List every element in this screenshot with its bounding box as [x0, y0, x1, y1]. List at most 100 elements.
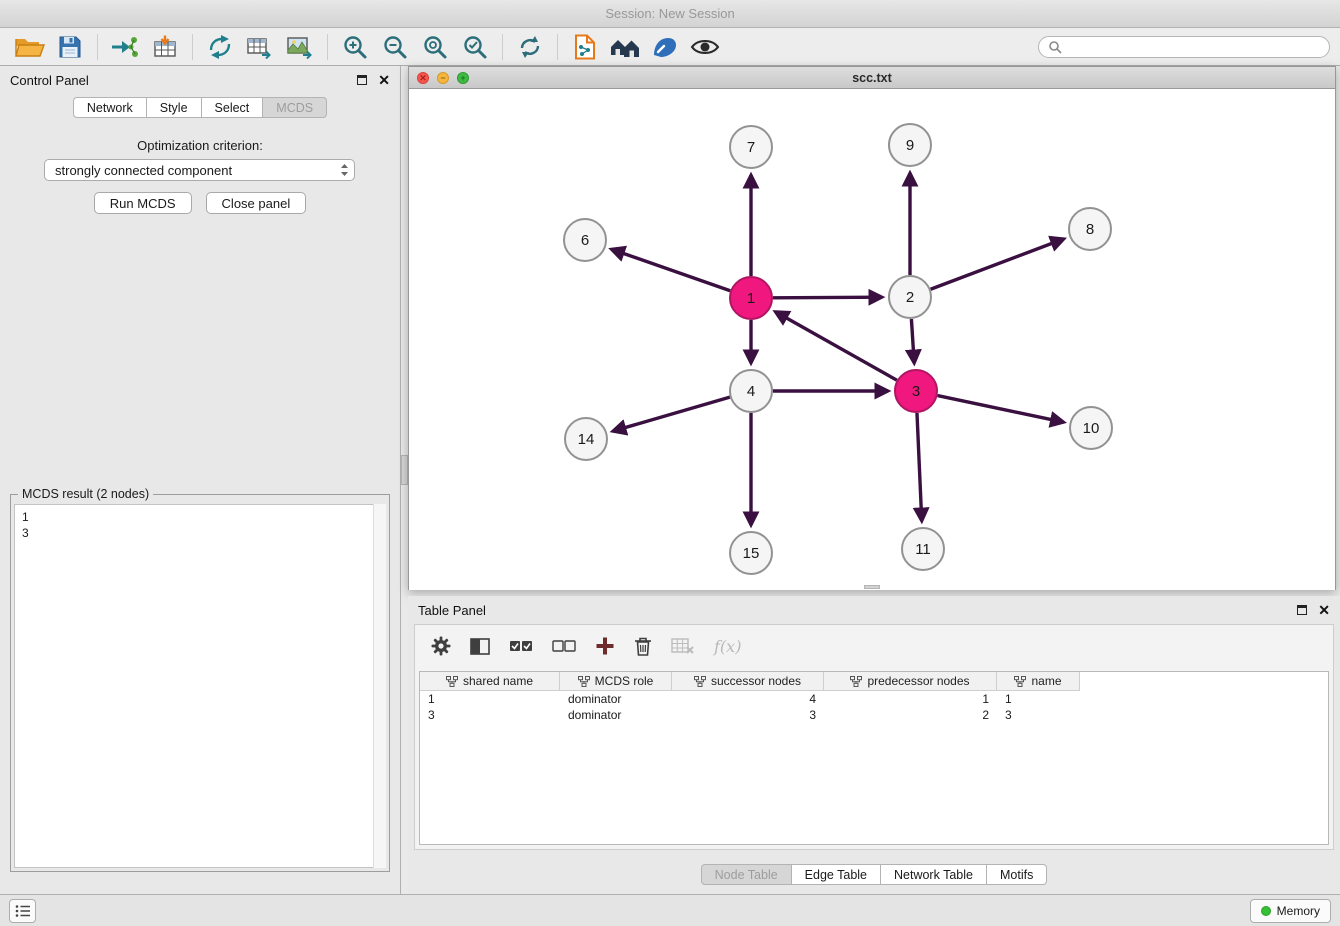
search-area: [1038, 36, 1330, 58]
table-row[interactable]: 1dominator411: [420, 691, 1328, 707]
run-mcds-button[interactable]: Run MCDS: [94, 192, 192, 214]
close-panel-icon[interactable]: ✕: [378, 75, 390, 85]
save-session-button[interactable]: [50, 31, 90, 63]
close-panel-button[interactable]: Close panel: [206, 192, 307, 214]
table-mode-button[interactable]: [9, 899, 36, 923]
minimize-window-button[interactable]: −: [437, 72, 449, 84]
zoom-selected-button[interactable]: [455, 31, 495, 63]
column-header-shared-name[interactable]: shared name: [420, 672, 560, 691]
node-8[interactable]: 8: [1069, 208, 1111, 250]
zoom-fit-icon: [422, 34, 448, 60]
table-panel-tabs: Node TableEdge TableNetwork TableMotifs: [408, 864, 1340, 885]
column-header-predecessor-nodes[interactable]: predecessor nodes: [824, 672, 997, 691]
svg-text:14: 14: [578, 431, 595, 448]
show-columns-button[interactable]: [470, 638, 490, 655]
delete-table-button[interactable]: [671, 637, 695, 655]
node-4[interactable]: 4: [730, 370, 772, 412]
float-table-panel-icon[interactable]: [1297, 605, 1307, 615]
node-14[interactable]: 14: [565, 418, 607, 460]
select-all-button[interactable]: [509, 638, 533, 654]
tab-mcds[interactable]: MCDS: [263, 97, 327, 118]
node-6[interactable]: 6: [564, 219, 606, 261]
export-network-button[interactable]: [200, 31, 240, 63]
import-table-button[interactable]: [145, 31, 185, 63]
maximize-window-button[interactable]: +: [457, 72, 469, 84]
node-15[interactable]: 15: [730, 532, 772, 574]
close-window-button[interactable]: ✕: [417, 72, 429, 84]
open-session-button[interactable]: [10, 31, 50, 63]
column-type-icon: [446, 676, 458, 687]
svg-text:3: 3: [912, 383, 920, 400]
export-image-icon: [286, 35, 314, 59]
zoom-out-button[interactable]: [375, 31, 415, 63]
column-header-name[interactable]: name: [997, 672, 1080, 691]
zoom-in-button[interactable]: [335, 31, 375, 63]
node-11[interactable]: 11: [902, 528, 944, 570]
svg-text:2: 2: [906, 289, 914, 306]
edge-2-8[interactable]: [931, 239, 1064, 289]
table-row[interactable]: 3dominator323: [420, 707, 1328, 723]
table-tab-edge-table[interactable]: Edge Table: [792, 864, 881, 885]
import-network-button[interactable]: [105, 31, 145, 63]
network-canvas[interactable]: 7 9 6 8 1 2 4 3 14 10 15 11: [409, 89, 1335, 590]
table-delete-icon: [671, 637, 695, 655]
search-input[interactable]: [1068, 40, 1320, 54]
node-7[interactable]: 7: [730, 126, 772, 168]
svg-text:10: 10: [1083, 420, 1100, 437]
close-table-panel-icon[interactable]: ✕: [1318, 605, 1330, 615]
node-2[interactable]: 2: [889, 276, 931, 318]
refresh-button[interactable]: [510, 31, 550, 63]
network-window-titlebar: scc.txt ✕ − +: [409, 67, 1335, 89]
window-resize-handle[interactable]: [864, 585, 880, 589]
mcds-result-box: MCDS result (2 nodes) 1 3: [10, 494, 390, 872]
delete-column-button[interactable]: [634, 636, 652, 657]
table-tab-node-table[interactable]: Node Table: [701, 864, 792, 885]
homes-icon: [610, 35, 640, 59]
edge-1-2[interactable]: [773, 297, 882, 298]
toolbar-separator: [502, 34, 503, 60]
node-10[interactable]: 10: [1070, 407, 1112, 449]
table-tab-motifs[interactable]: Motifs: [987, 864, 1047, 885]
network-file-button[interactable]: [565, 31, 605, 63]
result-scrollbar[interactable]: [373, 504, 386, 868]
deselect-all-icon: [552, 638, 576, 654]
table-tab-network-table[interactable]: Network Table: [881, 864, 987, 885]
edge-1-6[interactable]: [611, 249, 730, 291]
edge-2-3[interactable]: [911, 319, 914, 363]
function-builder-button[interactable]: f(x): [714, 637, 741, 656]
edge-3-11[interactable]: [917, 413, 922, 521]
export-image-button[interactable]: [280, 31, 320, 63]
column-header-successor-nodes[interactable]: successor nodes: [672, 672, 824, 691]
criterion-dropdown[interactable]: strongly connected component: [44, 159, 355, 181]
tab-network[interactable]: Network: [73, 97, 147, 118]
float-panel-icon[interactable]: [357, 75, 367, 85]
table-options-button[interactable]: [431, 636, 451, 656]
add-column-button[interactable]: [595, 636, 615, 656]
search-field[interactable]: [1038, 36, 1330, 58]
zoom-fit-button[interactable]: [415, 31, 455, 63]
show-graphics-details-button[interactable]: [685, 31, 725, 63]
deselect-all-button[interactable]: [552, 638, 576, 654]
tab-select[interactable]: Select: [202, 97, 264, 118]
column-header-MCDS-role[interactable]: MCDS role: [560, 672, 672, 691]
application-window: Session: New Session: [0, 0, 1340, 926]
edge-3-1[interactable]: [775, 312, 896, 380]
apply-style-button[interactable]: [645, 31, 685, 63]
export-table-button[interactable]: [240, 31, 280, 63]
network-overview-button[interactable]: [605, 31, 645, 63]
edge-4-14[interactable]: [613, 397, 730, 431]
node-3[interactable]: 3: [895, 370, 937, 412]
eye-icon: [690, 37, 720, 57]
refresh-icon: [516, 34, 544, 60]
export-table-icon: [246, 35, 274, 59]
panel-splitter-handle[interactable]: [401, 455, 408, 485]
column-type-icon: [578, 676, 590, 687]
node-9[interactable]: 9: [889, 124, 931, 166]
zoom-selected-icon: [462, 34, 488, 60]
mcds-result-text[interactable]: 1 3: [14, 504, 386, 868]
edge-3-10[interactable]: [938, 396, 1064, 423]
plus-icon: [595, 636, 615, 656]
node-1[interactable]: 1: [730, 277, 772, 319]
tab-style[interactable]: Style: [147, 97, 202, 118]
memory-button[interactable]: Memory: [1250, 899, 1331, 923]
